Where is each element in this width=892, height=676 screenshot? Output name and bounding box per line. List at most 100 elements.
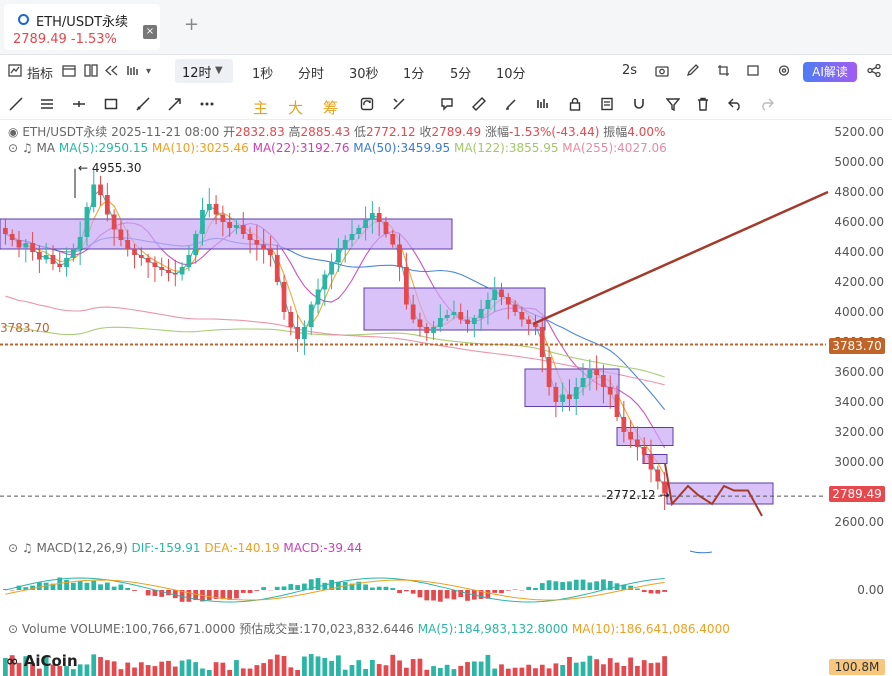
macd-bar [288, 584, 294, 590]
magnet-icon[interactable] [632, 97, 646, 111]
measure-icon[interactable] [392, 97, 406, 111]
chart-type-caret-icon[interactable]: ▾ [146, 66, 151, 77]
volume-ma10: MA(10):186,641,086.4000 [571, 622, 730, 636]
candle-body [16, 240, 22, 248]
tab-change: -1.53% [70, 32, 117, 47]
chip-distribution-button[interactable]: 筹 [323, 97, 338, 118]
candle-body [77, 237, 83, 249]
volume-bar [553, 663, 559, 676]
volume-bar [288, 667, 294, 676]
annotation-icon[interactable] [440, 97, 454, 111]
share-icon[interactable] [867, 64, 881, 77]
gear-icon[interactable] [777, 64, 791, 77]
volume-bar [505, 668, 511, 676]
rectangle-icon[interactable] [104, 97, 118, 111]
filter-icon[interactable] [666, 97, 680, 111]
refresh-rate-button[interactable]: 2s [622, 63, 637, 78]
indicators-button[interactable]: 指标 [27, 63, 53, 82]
volume-bar [512, 667, 518, 676]
candle-body [57, 264, 63, 267]
add-tab-icon[interactable]: + [184, 14, 199, 35]
candle-body [240, 225, 246, 234]
edit-icon[interactable] [686, 64, 700, 77]
candle-body [234, 225, 239, 228]
volume-bar [125, 662, 131, 676]
camera-icon[interactable] [655, 64, 669, 77]
macd-dif-line [5, 577, 665, 603]
macd-bar [36, 582, 42, 590]
interval-5m[interactable]: 5分 [450, 63, 471, 82]
macd-bar [336, 581, 341, 590]
volume-bar [322, 657, 328, 676]
parallel-lines-icon[interactable] [40, 97, 54, 111]
ma-legend-item: MA(255):4027.06 [562, 141, 667, 155]
candle-body [635, 439, 640, 447]
macd-bar [77, 581, 83, 590]
symbol-tab[interactable]: ETH/USDT永续 2789.49 -1.53% × [4, 4, 160, 50]
compare-icon[interactable] [84, 64, 98, 77]
volume-pane [3, 654, 667, 676]
candle-body [451, 312, 457, 315]
close-tab-icon[interactable]: × [143, 25, 157, 39]
arrow-line-icon[interactable] [168, 97, 182, 111]
collapse-icon[interactable]: ⊙ [8, 541, 18, 555]
interval-select[interactable]: 12时 ▼ [175, 59, 233, 83]
brush-icon[interactable] [504, 97, 518, 111]
volume-bar [397, 660, 402, 676]
legend-open-label: 开 [223, 125, 236, 139]
volume-bar [315, 656, 321, 676]
main-force-button[interactable]: 主 [253, 97, 268, 118]
chart-type-icon[interactable] [126, 64, 140, 77]
rewind-icon[interactable] [104, 64, 118, 77]
interval-10m[interactable]: 10分 [496, 63, 526, 82]
macd-bar [132, 590, 137, 591]
interval-1s[interactable]: 1秒 [252, 63, 273, 82]
interval-30s[interactable]: 30秒 [349, 63, 379, 82]
interval-1m[interactable]: 1分 [403, 63, 424, 82]
ai-interpret-button[interactable]: AI解读 [803, 62, 857, 82]
trash-icon[interactable] [696, 97, 710, 111]
interval-timeshare[interactable]: 分时 [298, 63, 324, 82]
candle-body [281, 282, 287, 312]
crop-icon[interactable] [717, 64, 731, 77]
sync-icon[interactable] [360, 97, 374, 111]
collapse-icon[interactable]: ⊙ [8, 141, 18, 155]
bell-icon[interactable]: ♫ [22, 541, 33, 555]
volume-bar [295, 669, 301, 676]
more-dots-icon[interactable] [200, 97, 214, 111]
horizontal-line-icon[interactable] [72, 97, 86, 111]
volume-bar [356, 660, 362, 676]
volume-bar [349, 665, 355, 676]
redo-icon[interactable] [760, 97, 774, 111]
macd-bar [587, 582, 593, 590]
note-icon[interactable] [600, 97, 614, 111]
candle-body [349, 234, 355, 240]
indicator-icon[interactable] [8, 64, 22, 77]
macd-bar [553, 581, 559, 590]
eye-icon[interactable]: ◉ [8, 125, 18, 139]
pattern-icon[interactable] [536, 97, 550, 111]
candle-body [478, 309, 484, 318]
volume-bar [607, 658, 613, 676]
volume-bar [451, 669, 457, 676]
lock-icon[interactable] [568, 97, 582, 111]
candle-body [138, 255, 144, 258]
collapse-icon[interactable]: ⊙ [8, 622, 18, 636]
logo-text: AiCoin [23, 652, 78, 670]
fullscreen-icon[interactable] [746, 64, 760, 77]
ray-icon[interactable] [136, 97, 150, 111]
big-order-button[interactable]: 大 [288, 97, 303, 118]
volume-bar [172, 666, 178, 676]
legend-close: 2789.49 [431, 125, 482, 139]
ma-legend-items: MA(5):2950.15 MA(10):3025.46 MA(22):3192… [59, 141, 667, 155]
undo-icon[interactable] [728, 97, 742, 111]
trend-line-icon[interactable] [9, 97, 23, 111]
ma-legend-item: MA(122):3855.95 [453, 141, 563, 155]
price-chart[interactable] [0, 120, 892, 676]
chevron-down-icon: ▼ [215, 65, 223, 76]
ruler-icon[interactable] [472, 97, 486, 111]
bell-icon[interactable]: ♫ [22, 141, 33, 155]
volume-bar [308, 654, 314, 676]
template-icon[interactable] [62, 64, 76, 77]
volume-bar [336, 655, 341, 676]
